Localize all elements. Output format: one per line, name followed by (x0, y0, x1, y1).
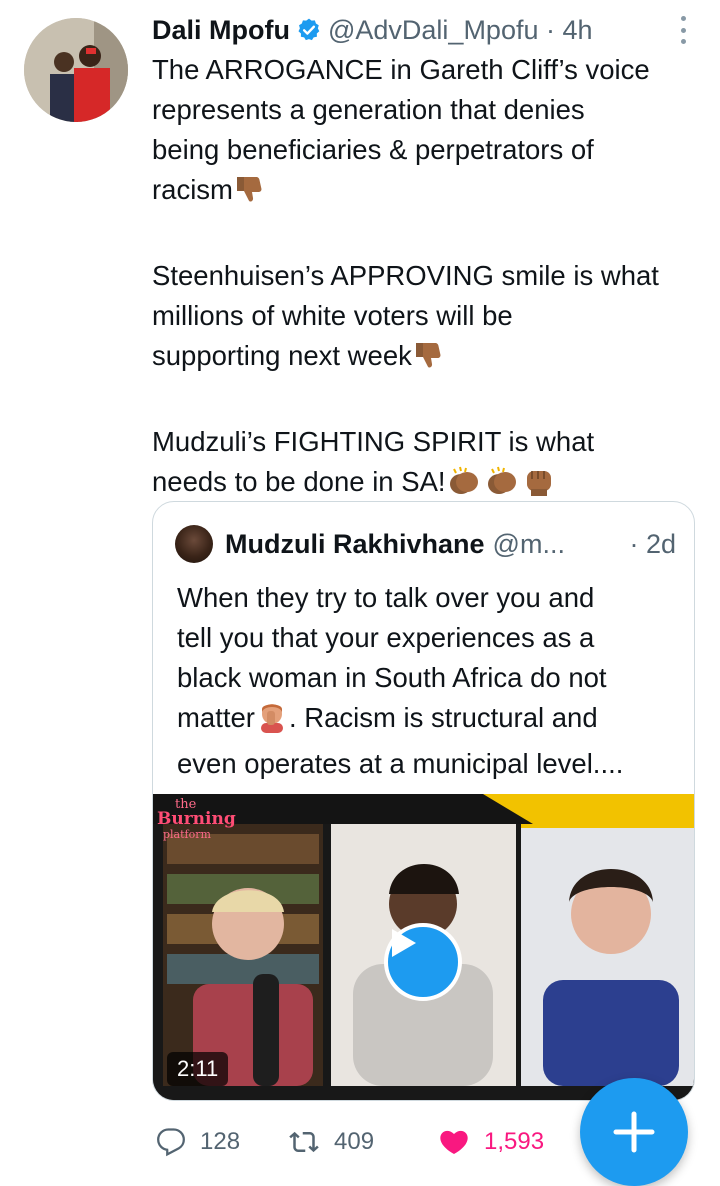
play-button[interactable] (384, 923, 462, 1001)
burning-platform-logo: the Burning platform (157, 798, 249, 842)
thumbs-down-emoji (233, 173, 265, 216)
quoted-time: · 2d (629, 528, 676, 559)
tweet-line: Steenhuisen’s APPROVING smile is what (152, 260, 659, 291)
tweet-line: millions of white voters will be (152, 300, 513, 331)
tweet-line: represents a generation that denies (152, 94, 585, 125)
quoted-avatar (175, 525, 213, 563)
tweet-header: Dali Mpofu @AdvDali_Mpofu · 4h (152, 10, 692, 50)
quoted-line-text: . Racism is structural and (288, 702, 598, 733)
tweet-line: supporting next week (152, 336, 702, 382)
tweet-line: racism (152, 170, 702, 216)
quoted-header: Mudzuli Rakhivhane @m... · 2d (175, 524, 678, 564)
more-vertical-icon[interactable] (680, 16, 686, 44)
woman-facepalming-emoji (255, 701, 289, 744)
compose-button[interactable] (580, 1078, 688, 1186)
tweet-line-text: supporting next week (152, 340, 412, 371)
heart-icon (440, 1130, 468, 1154)
logo-text: platform (163, 828, 211, 841)
quoted-line: When they try to talk over you and (177, 582, 595, 613)
tweet-line-text: needs to be done in SA! (152, 466, 446, 497)
quoted-line: black woman in South Africa do not (177, 662, 607, 693)
like-button[interactable]: 1,593 (438, 1122, 544, 1162)
tweet-line: The ARROGANCE in Gareth Cliff’s voice (152, 54, 650, 85)
video-duration: 2:11 (167, 1052, 229, 1086)
author-name[interactable]: Dali Mpofu (152, 15, 290, 46)
video-thumbnail[interactable]: the Burning platform 2:11 (153, 794, 694, 1100)
reply-icon (157, 1128, 185, 1157)
author-handle-time[interactable]: @AdvDali_Mpofu · 4h (328, 15, 593, 46)
quoted-tweet[interactable]: Mudzuli Rakhivhane @m... · 2d When they … (152, 501, 695, 1101)
logo-text: Burning (157, 809, 236, 829)
thumbs-down-emoji (412, 339, 444, 382)
quoted-line: even operates at a municipal level.... (177, 748, 624, 779)
reply-count: 128 (200, 1128, 241, 1155)
tweet-line-text: racism (152, 174, 233, 205)
tweet-line: being beneficiaries & perpetrators of (152, 134, 594, 165)
quoted-line: tell you that your experiences as a (177, 622, 595, 653)
retweet-button[interactable]: 409 (288, 1122, 374, 1162)
quoted-author-name: Mudzuli Rakhivhane (225, 528, 485, 559)
reply-button[interactable]: 128 (156, 1122, 240, 1162)
quoted-handle: @m... (492, 528, 565, 559)
tweet-line: Mudzuli’s FIGHTING SPIRIT is what (152, 426, 595, 457)
retweet-count: 409 (334, 1128, 375, 1155)
plus-icon (613, 1111, 655, 1153)
quoted-line: matter . Racism is structural and (177, 698, 677, 744)
retweet-icon (289, 1131, 319, 1153)
quoted-text: When they try to talk over you and tell … (177, 578, 677, 784)
avatar-photo (24, 18, 128, 122)
author-avatar[interactable] (24, 18, 128, 122)
play-icon (392, 929, 416, 957)
quoted-line-text: matter (177, 702, 255, 733)
tweet-text: The ARROGANCE in Gareth Cliff’s voice re… (152, 50, 702, 508)
verified-badge-icon (296, 17, 322, 43)
like-count: 1,593 (484, 1128, 545, 1155)
